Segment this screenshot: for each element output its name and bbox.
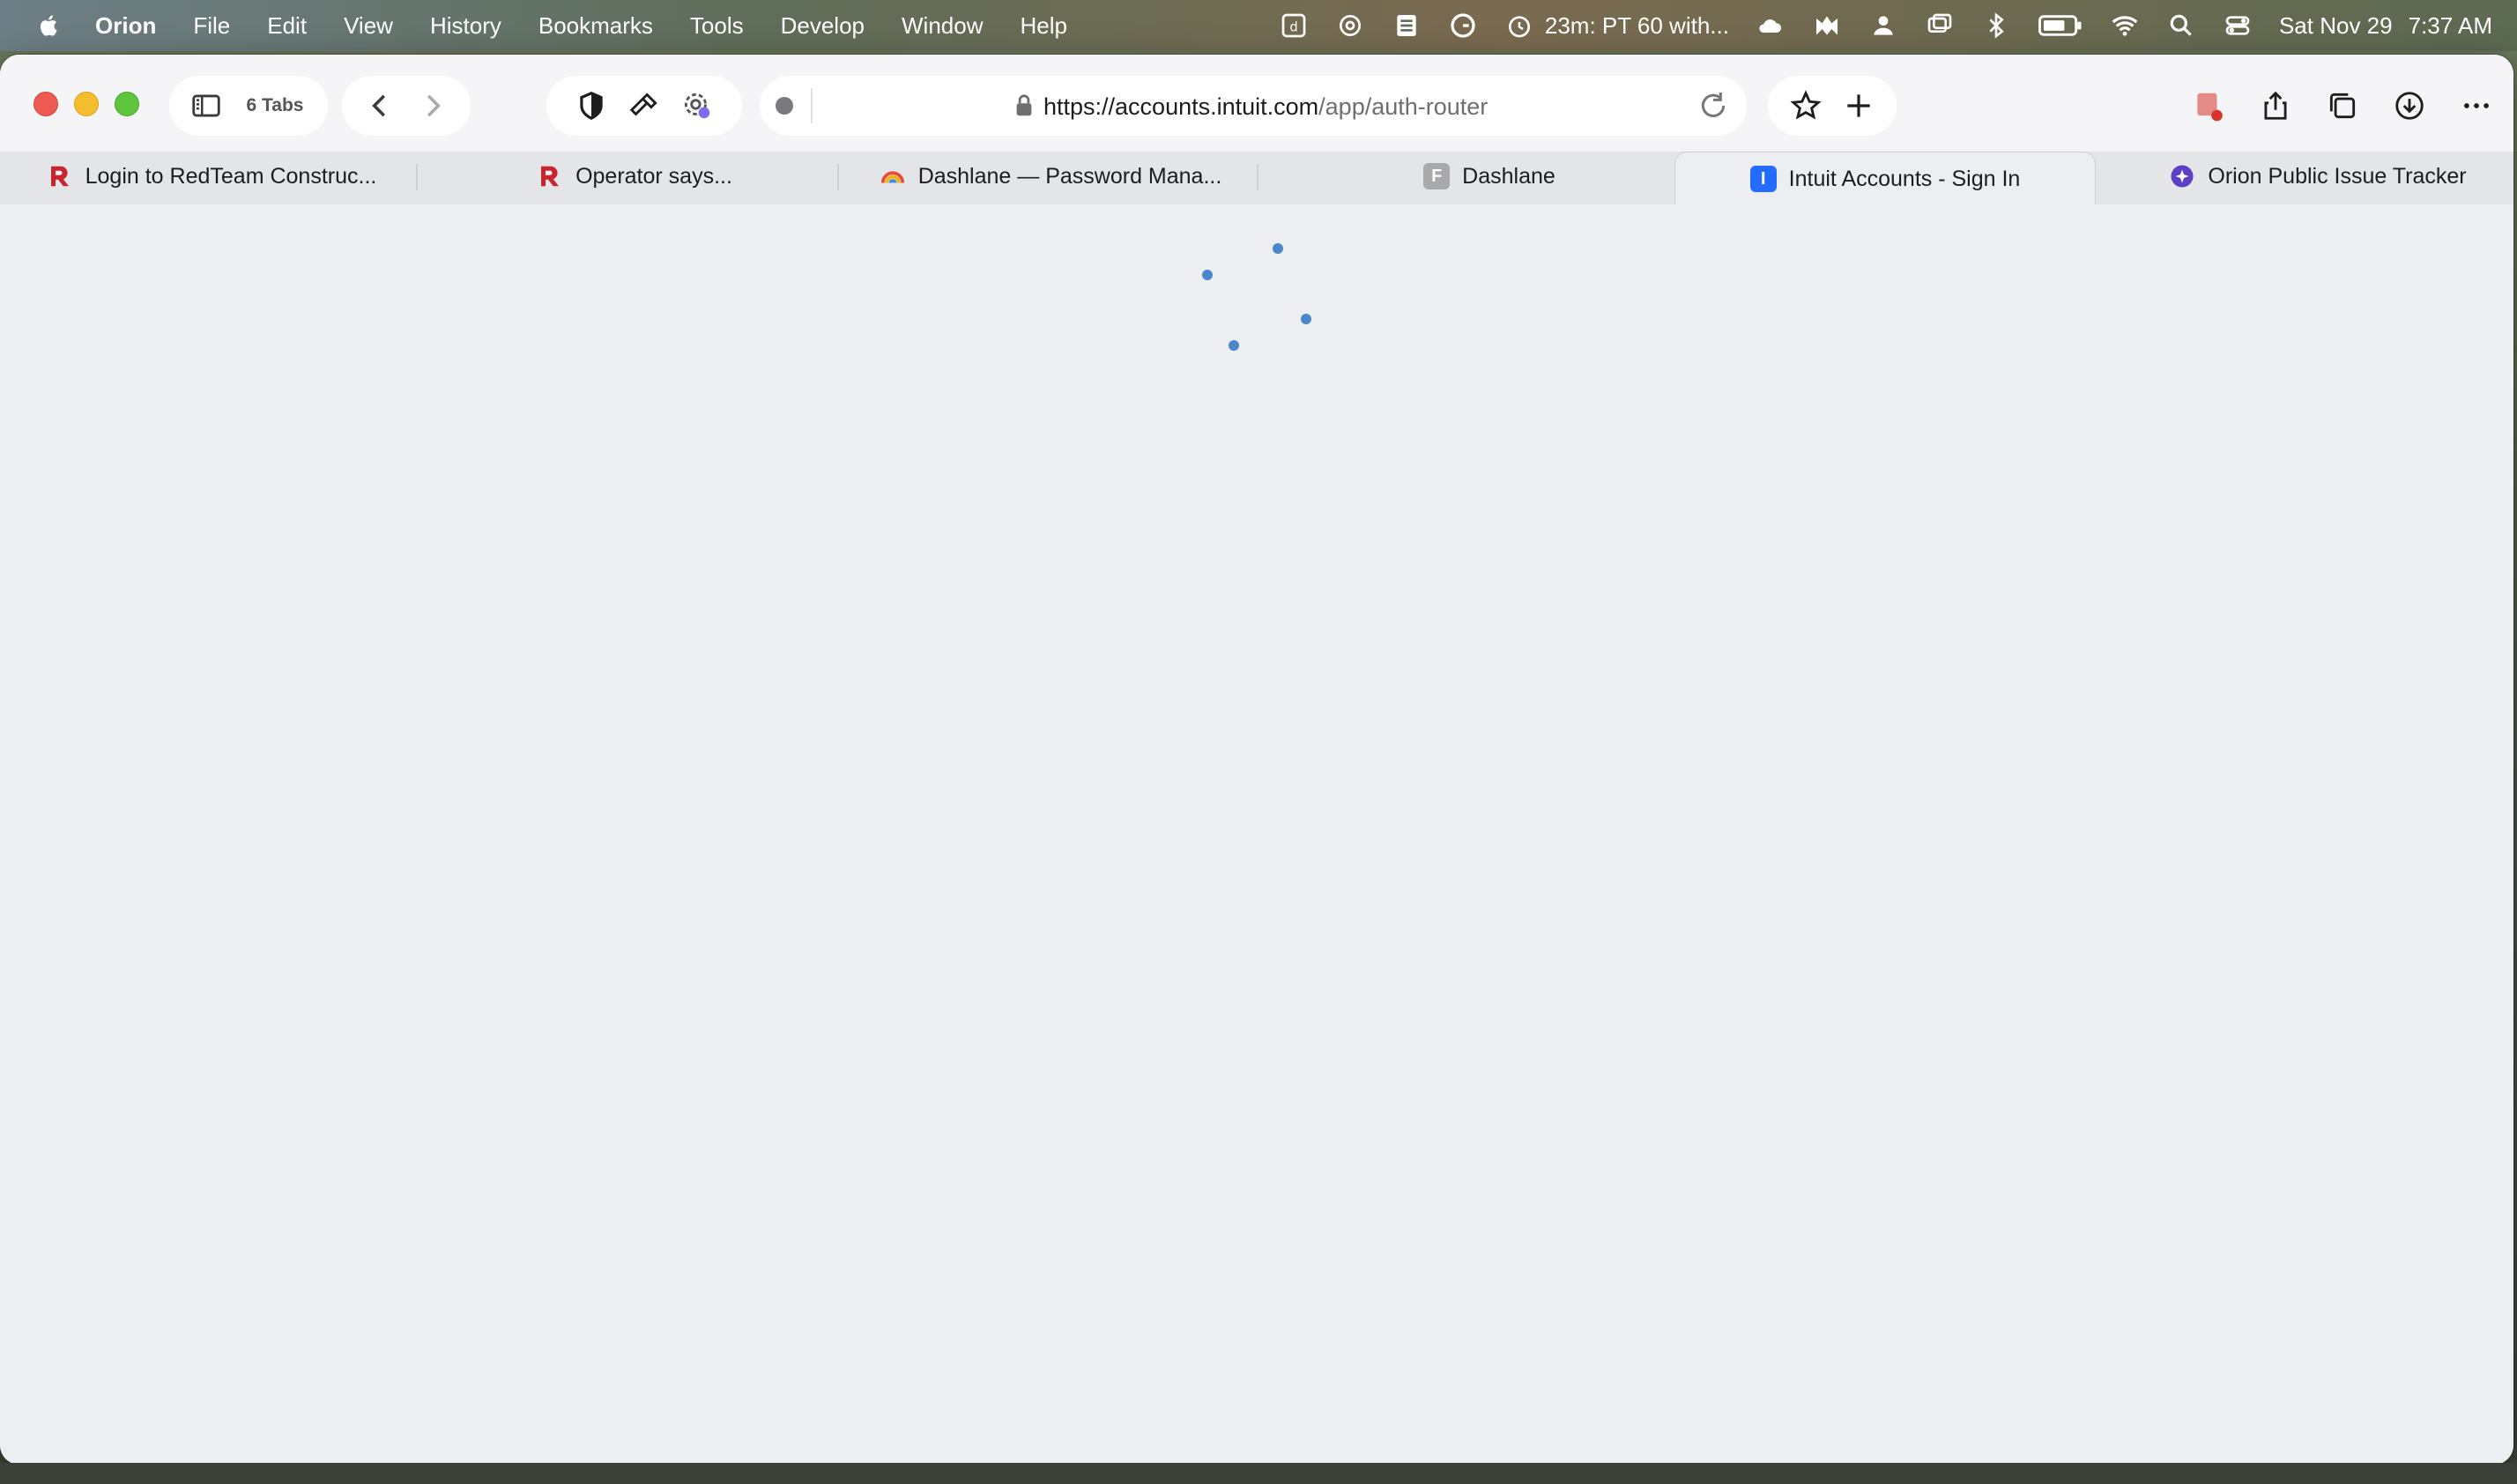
spotlight-search-icon[interactable] bbox=[2166, 11, 2196, 41]
downloads-icon[interactable] bbox=[2383, 79, 2436, 132]
tab-separator bbox=[416, 164, 418, 190]
right-toolbar-group bbox=[2182, 76, 2503, 136]
new-tab-plus-icon[interactable] bbox=[1832, 79, 1885, 132]
stack-icon[interactable] bbox=[1392, 11, 1422, 41]
menu-tools[interactable]: Tools bbox=[690, 12, 744, 40]
browser-window: 6 Tabs https://accounts.intuit.com/app/a… bbox=[0, 55, 2513, 1465]
tab-operator-says[interactable]: Operator says... bbox=[529, 152, 740, 201]
tab-orion-issue-tracker[interactable]: Orion Public Issue Tracker bbox=[2150, 152, 2485, 201]
shield-icon[interactable] bbox=[565, 79, 618, 132]
menu-history[interactable]: History bbox=[430, 12, 501, 40]
lock-icon bbox=[1016, 94, 1032, 116]
cloud-sync-icon[interactable] bbox=[1756, 11, 1786, 41]
reload-icon[interactable] bbox=[1696, 88, 1731, 123]
tab-separator bbox=[837, 164, 839, 190]
user-icon[interactable] bbox=[1868, 11, 1898, 41]
address-bar[interactable]: https://accounts.intuit.com/app/auth-rou… bbox=[760, 76, 1747, 136]
sidebar-toggle-icon[interactable] bbox=[180, 79, 233, 132]
sidebar-tabs-group: 6 Tabs bbox=[169, 76, 328, 136]
rainbow-icon bbox=[880, 163, 906, 189]
tab-strip: Login to RedTeam Construc... Operator sa… bbox=[0, 152, 2513, 205]
spinner-dot bbox=[1202, 270, 1213, 280]
tab-title: Orion Public Issue Tracker bbox=[2208, 163, 2467, 189]
desktop-background-strip bbox=[0, 1463, 2517, 1484]
page-content bbox=[0, 204, 2513, 1465]
bookmark-star-icon[interactable] bbox=[1779, 79, 1832, 132]
hammer-tool-icon[interactable] bbox=[618, 79, 671, 132]
menubar-date[interactable]: Sat Nov 29 bbox=[2279, 12, 2393, 40]
menu-window[interactable]: Window bbox=[902, 12, 983, 40]
navigation-group bbox=[342, 76, 471, 136]
bluetooth-icon[interactable] bbox=[1981, 11, 2011, 41]
zoom-window-button[interactable] bbox=[115, 92, 139, 116]
tab-title: Login to RedTeam Construc... bbox=[85, 163, 377, 189]
spinner-dot bbox=[1301, 314, 1311, 324]
battery-icon[interactable] bbox=[2038, 11, 2083, 41]
menu-edit[interactable]: Edit bbox=[267, 12, 307, 40]
browser-toolbar: 6 Tabs https://accounts.intuit.com/app/a… bbox=[0, 55, 2513, 152]
timer-status[interactable]: 23m: PT 60 with... bbox=[1545, 12, 1729, 40]
tabs-count-button[interactable]: 6 Tabs bbox=[233, 95, 318, 116]
extensions-group bbox=[546, 76, 742, 136]
tab-dashlane-password-manager[interactable]: Dashlane — Password Mana... bbox=[874, 152, 1227, 201]
menu-help[interactable]: Help bbox=[1021, 12, 1067, 40]
menubar-time[interactable]: 7:37 AM bbox=[2409, 12, 2492, 40]
url-path: /app/auth-router bbox=[1318, 93, 1489, 120]
letter-favicon: F bbox=[1423, 163, 1451, 189]
url-text[interactable]: https://accounts.intuit.com/app/auth-rou… bbox=[1043, 93, 1488, 121]
grammarly-icon[interactable] bbox=[1448, 11, 1478, 41]
bookmark-group bbox=[1768, 76, 1897, 136]
spinner-dot bbox=[1273, 243, 1283, 254]
menu-develop[interactable]: Develop bbox=[781, 12, 865, 40]
redteam-icon bbox=[537, 163, 563, 189]
share-icon[interactable] bbox=[2249, 79, 2302, 132]
timer-icon[interactable] bbox=[1504, 11, 1534, 41]
svg-text:d: d bbox=[1289, 20, 1297, 35]
tab-overview-icon[interactable] bbox=[2316, 79, 2369, 132]
minimize-window-button[interactable] bbox=[74, 92, 99, 116]
close-window-button[interactable] bbox=[33, 92, 58, 116]
extension-badge-icon[interactable] bbox=[2182, 79, 2235, 132]
dashlane-menubar-icon[interactable]: d bbox=[1279, 11, 1309, 41]
tab-title: Dashlane — Password Mana... bbox=[917, 163, 1222, 189]
control-center-icon[interactable] bbox=[2223, 11, 2253, 41]
menu-app-name[interactable]: Orion bbox=[95, 12, 156, 40]
spinner-dot bbox=[1229, 340, 1239, 351]
orion-icon bbox=[2169, 163, 2195, 189]
address-bar-divider bbox=[811, 88, 813, 123]
tab-separator bbox=[1257, 164, 1258, 190]
malwarebytes-icon[interactable] bbox=[1812, 11, 1842, 41]
chatgpt-icon[interactable] bbox=[1335, 11, 1365, 41]
url-host: https://accounts.intuit.com bbox=[1043, 93, 1319, 120]
screen-mirror-icon[interactable] bbox=[1925, 11, 1955, 41]
tab-title: Dashlane bbox=[1462, 163, 1555, 189]
menu-bar: Orion File Edit View History Bookmarks T… bbox=[0, 0, 2517, 51]
menu-file[interactable]: File bbox=[193, 12, 230, 40]
intuit-favicon: I bbox=[1749, 166, 1777, 192]
more-options-icon[interactable] bbox=[2450, 79, 2503, 132]
tab-title: Intuit Accounts - Sign In bbox=[1788, 166, 2021, 191]
tab-redteam-login[interactable]: Login to RedTeam Construc... bbox=[35, 152, 388, 201]
menu-view[interactable]: View bbox=[344, 12, 393, 40]
apple-icon[interactable] bbox=[33, 10, 65, 41]
wifi-icon[interactable] bbox=[2110, 11, 2140, 41]
redteam-icon bbox=[47, 163, 73, 189]
tab-dashlane[interactable]: F Dashlane bbox=[1401, 152, 1578, 201]
site-status-dot-icon[interactable] bbox=[776, 97, 793, 115]
settings-gear-icon[interactable] bbox=[671, 79, 724, 132]
back-arrow-icon[interactable] bbox=[353, 79, 406, 132]
menu-bookmarks[interactable]: Bookmarks bbox=[538, 12, 653, 40]
tab-intuit-accounts-active[interactable]: I Intuit Accounts - Sign In bbox=[1674, 152, 2096, 205]
forward-arrow-icon[interactable] bbox=[406, 79, 459, 132]
tab-title: Operator says... bbox=[575, 163, 732, 189]
